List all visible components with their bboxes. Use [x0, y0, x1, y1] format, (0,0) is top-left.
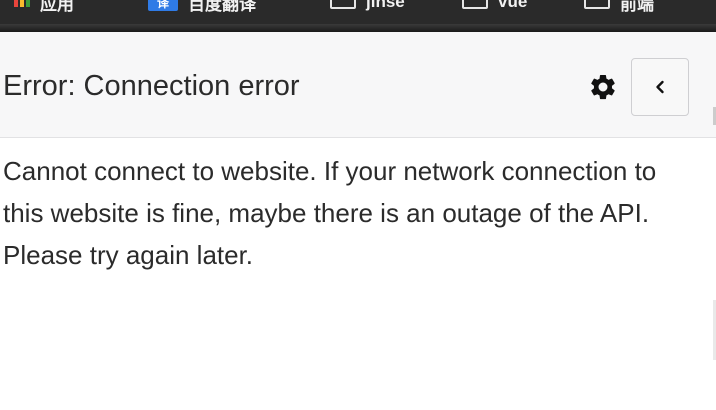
settings-button[interactable]: [587, 71, 619, 103]
bookmark-apps[interactable]: 应用: [14, 0, 74, 14]
error-panel: Error: Connection error Cannot connect t…: [0, 32, 716, 410]
chevron-left-icon: [656, 80, 664, 94]
bookmark-label: vue: [498, 0, 528, 11]
error-message: Cannot connect to website. If your netwo…: [3, 156, 657, 270]
page-title: Error: Connection error: [3, 70, 300, 102]
bookmark-label: 百度翻译: [188, 0, 256, 14]
bookmark-baidu-translate[interactable]: 译 百度翻译: [148, 0, 256, 14]
bookmarks-bar-edge: [0, 24, 716, 32]
bookmark-label: 前端: [620, 0, 654, 14]
folder-icon: [330, 0, 356, 9]
bookmark-label: 应用: [40, 0, 74, 14]
bookmark-vue[interactable]: vue: [462, 0, 527, 12]
apps-grid-icon: [14, 0, 30, 7]
folder-icon: [584, 0, 610, 9]
back-button[interactable]: [631, 58, 689, 116]
bookmarks-bar: 应用 译 百度翻译 jinse vue 前端: [0, 0, 716, 32]
folder-icon: [462, 0, 488, 9]
translate-icon: 译: [148, 0, 178, 11]
bookmark-frontend[interactable]: 前端: [584, 0, 654, 14]
bookmark-jinse[interactable]: jinse: [330, 0, 405, 12]
gear-icon: [591, 74, 615, 100]
bookmark-label: jinse: [366, 0, 405, 11]
panel-header: Error: Connection error: [0, 32, 716, 138]
